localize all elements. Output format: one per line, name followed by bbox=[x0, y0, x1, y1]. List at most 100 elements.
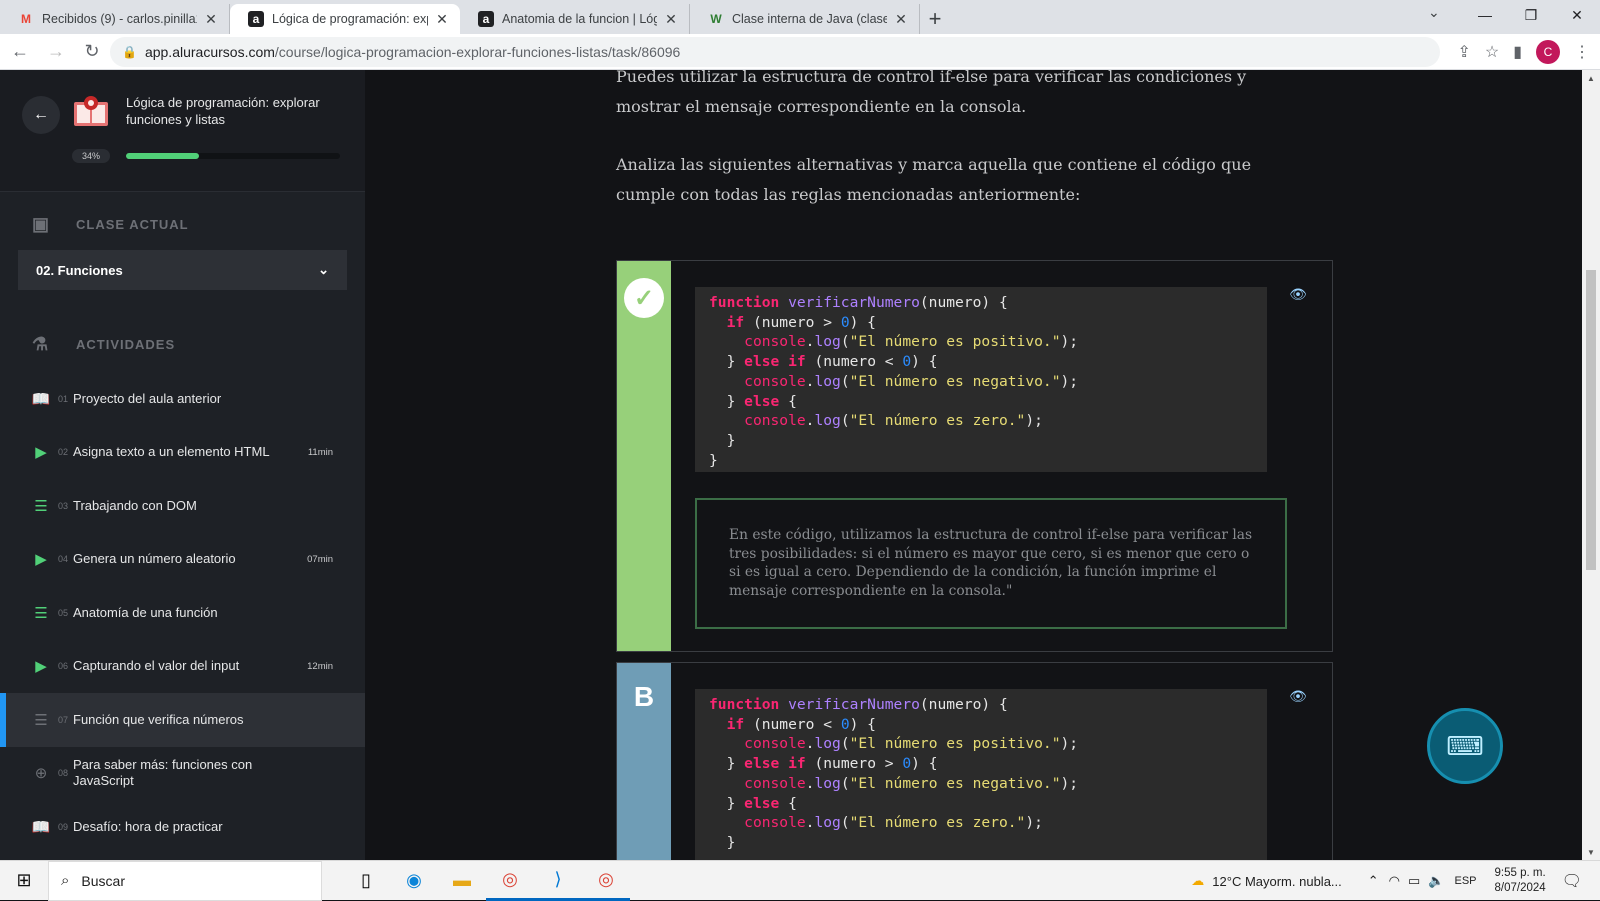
tab-title: Clase interna de Java (clase anida bbox=[732, 12, 887, 26]
activity-item[interactable]: ☰ 03 Trabajando con DOM bbox=[0, 479, 365, 533]
activity-number: 05 bbox=[58, 607, 69, 618]
clock-date: 8/07/2024 bbox=[1494, 882, 1546, 894]
chrome-icon[interactable]: ◎ bbox=[486, 861, 534, 901]
minimize-button[interactable]: — bbox=[1462, 0, 1508, 30]
search-icon: ⌕ bbox=[61, 872, 70, 889]
course-book-icon bbox=[74, 96, 108, 126]
task-view-icon[interactable]: ▯ bbox=[342, 861, 390, 901]
activity-label: Trabajando con DOM bbox=[73, 497, 197, 513]
menu-kebab-icon[interactable]: ⋮ bbox=[1574, 42, 1590, 62]
profile-avatar[interactable]: C bbox=[1536, 40, 1560, 64]
restore-button[interactable]: ❐ bbox=[1508, 0, 1554, 30]
course-title[interactable]: Lógica de programación: explorar funcion… bbox=[126, 94, 336, 128]
page-scrollbar[interactable]: ▲ ▼ bbox=[1582, 70, 1600, 860]
instruction-paragraph: Puedes utilizar la estructura de control… bbox=[616, 70, 1247, 116]
address-bar[interactable]: 🔒 app.aluracursos.com/course/logica-prog… bbox=[110, 37, 1440, 67]
gmail-icon: M bbox=[21, 12, 31, 26]
close-icon[interactable]: ✕ bbox=[203, 11, 219, 28]
activity-label: Asigna texto a un elemento HTML bbox=[73, 444, 270, 460]
forward-arrow-icon[interactable]: → bbox=[40, 36, 72, 68]
vscode-icon[interactable]: ⟩ bbox=[534, 861, 582, 901]
eye-icon[interactable]: 👁 bbox=[1289, 687, 1307, 705]
scroll-up-icon[interactable]: ▲ bbox=[1582, 70, 1600, 86]
chevron-up-icon[interactable]: ⌃ bbox=[1368, 873, 1379, 889]
taskbar-search[interactable]: ⌕ Buscar bbox=[48, 860, 322, 901]
alternative-b[interactable]: B function verificarNumero(numero) { if … bbox=[616, 662, 1333, 860]
tab-title: Recibidos (9) - carlos.pinilla1@dc bbox=[42, 12, 197, 26]
windows-taskbar: ⊞ ⌕ Buscar ▯ ◉ ▬ ◎ ⟩ ◎ ☁ 12°C Mayorm. nu… bbox=[0, 860, 1600, 901]
back-arrow-icon[interactable]: ← bbox=[4, 36, 36, 68]
video-icon: ▶ bbox=[35, 551, 47, 569]
eye-icon[interactable]: 👁 bbox=[1289, 285, 1307, 303]
windows-start-icon[interactable]: ⊞ bbox=[0, 861, 48, 901]
close-icon[interactable]: ✕ bbox=[434, 11, 450, 28]
chat-assistant-button[interactable]: ⌨ bbox=[1427, 708, 1503, 784]
weather-text[interactable]: 12°C Mayorm. nubla... bbox=[1212, 874, 1341, 889]
progress-percent: 34% bbox=[72, 149, 110, 163]
volume-icon[interactable]: 🔈 bbox=[1428, 873, 1444, 889]
activity-item[interactable]: ▶ 06 Capturando el valor del input 12min bbox=[0, 640, 365, 694]
correct-bar bbox=[617, 261, 671, 651]
activity-number: 04 bbox=[58, 554, 69, 565]
browser-tab-bar: M Recibidos (9) - carlos.pinilla1@dc ✕ a… bbox=[0, 0, 1600, 34]
file-explorer-icon[interactable]: ▬ bbox=[438, 861, 486, 901]
tab-title: Lógica de programación: explora bbox=[272, 12, 428, 26]
chrome-icon[interactable]: ◎ bbox=[582, 861, 630, 901]
activity-item-current[interactable]: ☰ 07 Función que verifica números bbox=[0, 693, 365, 747]
tab-anatomia[interactable]: a Anatomia de la funcion | Lógica d ✕ bbox=[460, 4, 690, 34]
activity-item[interactable]: 📖 01 Proyecto del aula anterior bbox=[0, 372, 365, 426]
activity-item[interactable]: ▶ 02 Asigna texto a un elemento HTML 11m… bbox=[0, 426, 365, 480]
activity-list: 📖 01 Proyecto del aula anterior ▶ 02 Asi… bbox=[0, 372, 365, 854]
activity-number: 07 bbox=[58, 714, 69, 725]
tab-java[interactable]: W Clase interna de Java (clase anida ✕ bbox=[690, 4, 920, 34]
scroll-down-icon[interactable]: ▼ bbox=[1582, 844, 1600, 860]
activity-number: 03 bbox=[58, 500, 69, 511]
scrollbar-thumb[interactable] bbox=[1586, 270, 1596, 570]
back-button[interactable]: ← bbox=[22, 96, 60, 134]
flask-icon: ⚗ bbox=[32, 334, 50, 354]
code-block-a: function verificarNumero(numero) { if (n… bbox=[695, 287, 1267, 472]
activity-item[interactable]: ▶ 04 Genera un número aleatorio 07min bbox=[0, 533, 365, 587]
side-panel-icon[interactable]: ▮ bbox=[1513, 42, 1522, 62]
language-indicator[interactable]: ESP bbox=[1455, 875, 1477, 887]
video-icon: ▶ bbox=[35, 444, 47, 462]
code-block-b: function verificarNumero(numero) { if (n… bbox=[695, 689, 1267, 860]
book-icon: 📖 bbox=[31, 390, 51, 408]
tab-search-chevron-icon[interactable]: ⌄ bbox=[1428, 4, 1440, 21]
notification-icon[interactable]: 🗨 bbox=[1562, 871, 1582, 891]
activity-item[interactable]: ⊕ 08 Para saber más: funciones con JavaS… bbox=[0, 747, 365, 801]
activity-number: 09 bbox=[58, 821, 69, 832]
wifi-icon[interactable]: ◠ bbox=[1389, 873, 1400, 889]
edge-icon[interactable]: ◉ bbox=[390, 861, 438, 901]
activity-item[interactable]: ☰ 05 Anatomía de una función bbox=[0, 586, 365, 640]
chat-icon: ⌨ bbox=[1446, 730, 1484, 761]
book-icon: 📖 bbox=[31, 818, 51, 836]
explanation-box: En este código, utilizamos la estructura… bbox=[695, 498, 1287, 629]
reload-icon[interactable]: ↻ bbox=[76, 36, 108, 68]
class-select[interactable]: 02. Funciones ⌄ bbox=[18, 250, 347, 290]
activities-section: ⚗ ACTIVIDADES bbox=[32, 334, 175, 355]
clock[interactable]: 9:55 p. m. 8/07/2024 bbox=[1495, 866, 1546, 896]
battery-icon[interactable]: ▭ bbox=[1408, 873, 1420, 889]
alura-icon: a bbox=[478, 11, 494, 27]
tab-course[interactable]: a Lógica de programación: explora ✕ bbox=[230, 4, 460, 34]
activity-item[interactable]: 📖 09 Desafío: hora de practicar bbox=[0, 800, 365, 854]
bookmark-star-icon[interactable]: ☆ bbox=[1485, 42, 1499, 62]
alternative-a[interactable]: ✓ function verificarNumero(numero) { if … bbox=[616, 260, 1333, 652]
close-icon[interactable]: ✕ bbox=[893, 11, 909, 28]
w-icon: W bbox=[710, 12, 722, 26]
browser-toolbar: ← → ↻ 🔒 app.aluracursos.com/course/logic… bbox=[0, 34, 1600, 70]
new-tab-button[interactable]: + bbox=[920, 4, 950, 34]
share-icon[interactable]: ⇪ bbox=[1457, 42, 1470, 62]
close-icon[interactable]: ✕ bbox=[663, 11, 679, 28]
tab-gmail[interactable]: M Recibidos (9) - carlos.pinilla1@dc ✕ bbox=[0, 4, 230, 34]
activity-label: Proyecto del aula anterior bbox=[73, 390, 222, 406]
progress-bar bbox=[126, 153, 340, 159]
activity-number: 01 bbox=[58, 393, 69, 404]
activity-number: 06 bbox=[58, 661, 69, 672]
activity-label: Para saber más: funciones con JavaScript bbox=[73, 757, 253, 789]
activity-number: 08 bbox=[58, 768, 69, 779]
chevron-down-icon: ⌄ bbox=[318, 262, 329, 277]
close-window-button[interactable]: ✕ bbox=[1554, 0, 1600, 30]
url-path: /course/logica-programacion-explorar-fun… bbox=[274, 44, 681, 60]
